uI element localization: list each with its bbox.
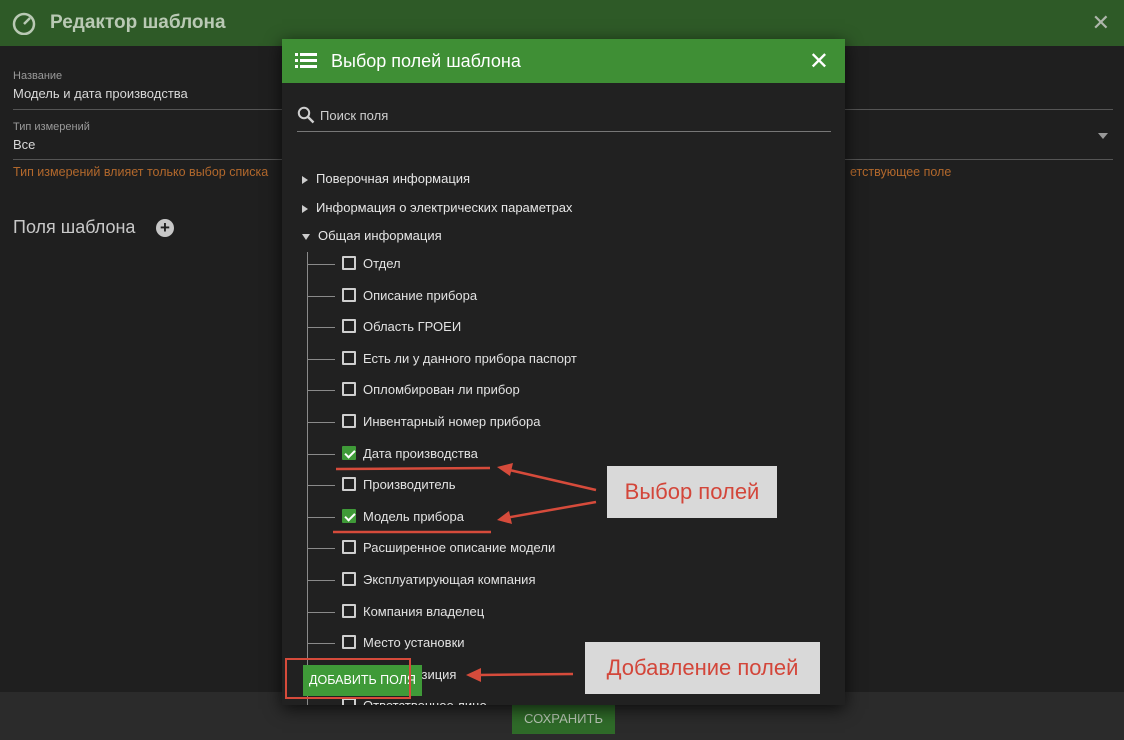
annotation-arrows bbox=[333, 463, 597, 682]
underline-date bbox=[335, 466, 491, 471]
annotation-add-fields: Добавление полей bbox=[585, 642, 820, 694]
arrowhead-date bbox=[497, 463, 513, 476]
arrow-to-model bbox=[504, 500, 597, 520]
arrowhead-add bbox=[466, 668, 481, 682]
annotation-select-fields: Выбор полей bbox=[607, 466, 777, 518]
arrowhead-model bbox=[497, 511, 512, 524]
arrow-to-date bbox=[504, 467, 597, 492]
arrow-to-add bbox=[477, 672, 574, 677]
